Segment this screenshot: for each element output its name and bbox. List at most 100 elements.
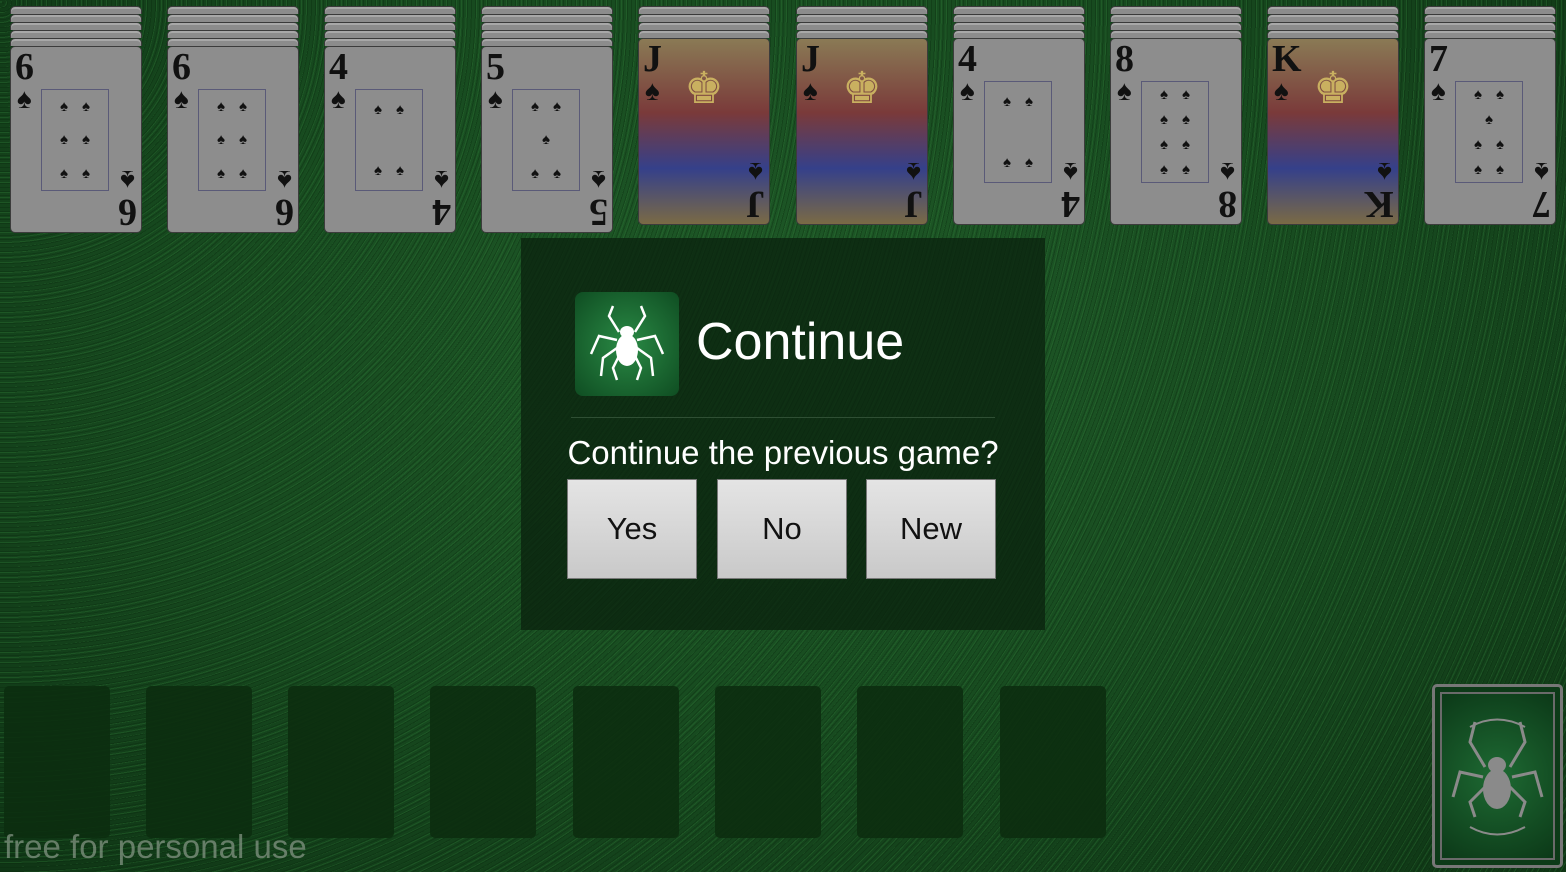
face-down-card [796,30,928,38]
spade-pip-icon: ♠ [1474,86,1482,103]
pip-row: ♠ [513,131,579,148]
pip-row: ♠ ♠ [1142,161,1208,178]
card-rank: 8 [1115,38,1134,80]
yes-button[interactable]: Yes [567,479,697,579]
spade-icon: ♠ [277,165,292,196]
card-rank: J [904,183,923,225]
pip-area: ♠ ♠ ♠ ♠ [355,89,423,191]
face-down-card [10,38,142,46]
playing-card[interactable]: 7 ♠ ♠ ♠ ♠ ♠ ♠ ♠ ♠ ♠ 7 [1424,38,1556,225]
card-rank: J [746,183,765,225]
spade-pip-icon: ♠ [1182,111,1190,128]
spade-icon: ♠ [1063,157,1078,188]
tableau-column: 7 ♠ ♠ ♠ ♠ ♠ ♠ ♠ ♠ ♠ 7 [1424,6,1556,225]
foundation-slot [573,686,679,838]
pip-area: ♠ ♠ ♠ ♠ ♠ ♠ [41,89,109,191]
face-down-card [481,14,613,22]
face-down-card [1424,22,1556,30]
pip-area: ♠ ♠ ♠ ♠ [984,81,1052,183]
face-down-card [1424,30,1556,38]
card-rank: 4 [1061,183,1080,225]
playing-card[interactable]: J ♠ ♚ ♠ J [796,38,928,225]
face-down-card [1110,6,1242,14]
spider-icon [1451,718,1544,836]
spade-pip-icon: ♠ [1496,161,1504,178]
tableau-column: 5 ♠ ♠ ♠ ♠ ♠ ♠ ♠ 5 [481,6,613,233]
face-down-card [10,30,142,38]
foundation-slot [857,686,963,838]
card-rank: 4 [958,38,977,80]
new-button[interactable]: New [866,479,996,579]
face-down-card [481,6,613,14]
spade-pip-icon: ♠ [1496,136,1504,153]
card-rank: 6 [118,191,137,233]
no-button[interactable]: No [717,479,847,579]
spade-pip-icon: ♠ [1160,161,1168,178]
playing-card[interactable]: K ♠ ♚ ♠ K [1267,38,1399,225]
face-down-card [167,38,299,46]
pip-row: ♠ ♠ [42,165,108,182]
playing-card[interactable]: 4 ♠ ♠ ♠ ♠ ♠ ♠ 4 [953,38,1085,225]
spade-pip-icon: ♠ [1182,136,1190,153]
face-down-card [1267,14,1399,22]
pip-area: ♠ ♠ ♠ ♠ ♠ ♠ ♠ ♠ [1141,81,1209,183]
spade-icon: ♠ [434,165,449,196]
pip-row: ♠ ♠ [199,165,265,182]
playing-card[interactable]: J ♠ ♚ ♠ J [638,38,770,225]
playing-card[interactable]: 6 ♠ ♠ ♠ ♠ ♠ ♠ ♠ ♠ 6 [167,46,299,233]
dialog-title: Continue [696,313,905,371]
spade-icon: ♠ [1534,157,1549,188]
face-down-card [10,14,142,22]
face-down-card [638,30,770,38]
card-rank: 7 [1429,38,1448,80]
face-down-card [1267,22,1399,30]
pip-area: ♠ ♠ ♠ ♠ ♠ ♠ [198,89,266,191]
dialog-message: Continue the previous game? [567,434,999,471]
spade-pip-icon: ♠ [1003,93,1011,110]
spade-pip-icon: ♠ [60,98,68,116]
pip-row: ♠ ♠ [1142,111,1208,128]
spade-pip-icon: ♠ [239,131,247,149]
face-down-card [1267,30,1399,38]
pip-row: ♠ ♠ [1142,136,1208,153]
tableau-column: K ♠ ♚ ♠ K [1267,6,1399,225]
face-down-card [324,30,456,38]
playing-card[interactable]: 6 ♠ ♠ ♠ ♠ ♠ ♠ ♠ ♠ 6 [10,46,142,233]
spade-icon: ♠ [331,83,346,114]
spade-pip-icon: ♠ [60,131,68,149]
spade-pip-icon: ♠ [396,101,404,118]
spade-pip-icon: ♠ [553,98,561,116]
spade-pip-icon: ♠ [239,164,247,182]
spade-pip-icon: ♠ [1182,86,1190,103]
stock-pile[interactable] [1432,684,1563,868]
spade-pip-icon: ♠ [82,131,90,149]
face-down-card [1110,30,1242,38]
spade-pip-icon: ♠ [82,98,90,116]
spade-pip-icon: ♠ [374,162,382,179]
spade-pip-icon: ♠ [217,131,225,149]
playing-card[interactable]: 5 ♠ ♠ ♠ ♠ ♠ ♠ ♠ 5 [481,46,613,233]
foundation-slot [288,686,394,838]
foundation-slot [146,686,252,838]
playing-card[interactable]: 8 ♠ ♠ ♠ ♠ ♠ ♠ ♠ ♠ ♠ ♠ 8 [1110,38,1242,225]
face-card-figure: ♚ [842,64,882,113]
pip-row: ♠ ♠ [985,154,1051,171]
spade-icon: ♠ [748,157,763,188]
foundation-slot [1000,686,1106,838]
card-rank: 6 [15,46,34,88]
spade-icon: ♠ [906,157,921,188]
spade-icon: ♠ [591,165,606,196]
face-down-card [953,22,1085,30]
spade-icon: ♠ [1220,157,1235,188]
spade-pip-icon: ♠ [531,164,539,182]
pip-row: ♠ ♠ [199,131,265,148]
foundation-slot [715,686,821,838]
pip-row: ♠ ♠ [1142,86,1208,103]
face-down-card [167,30,299,38]
spade-icon: ♠ [1377,157,1392,188]
face-down-card [953,14,1085,22]
spade-pip-icon: ♠ [239,98,247,116]
face-down-card [167,6,299,14]
spade-pip-icon: ♠ [1160,136,1168,153]
playing-card[interactable]: 4 ♠ ♠ ♠ ♠ ♠ ♠ 4 [324,46,456,233]
